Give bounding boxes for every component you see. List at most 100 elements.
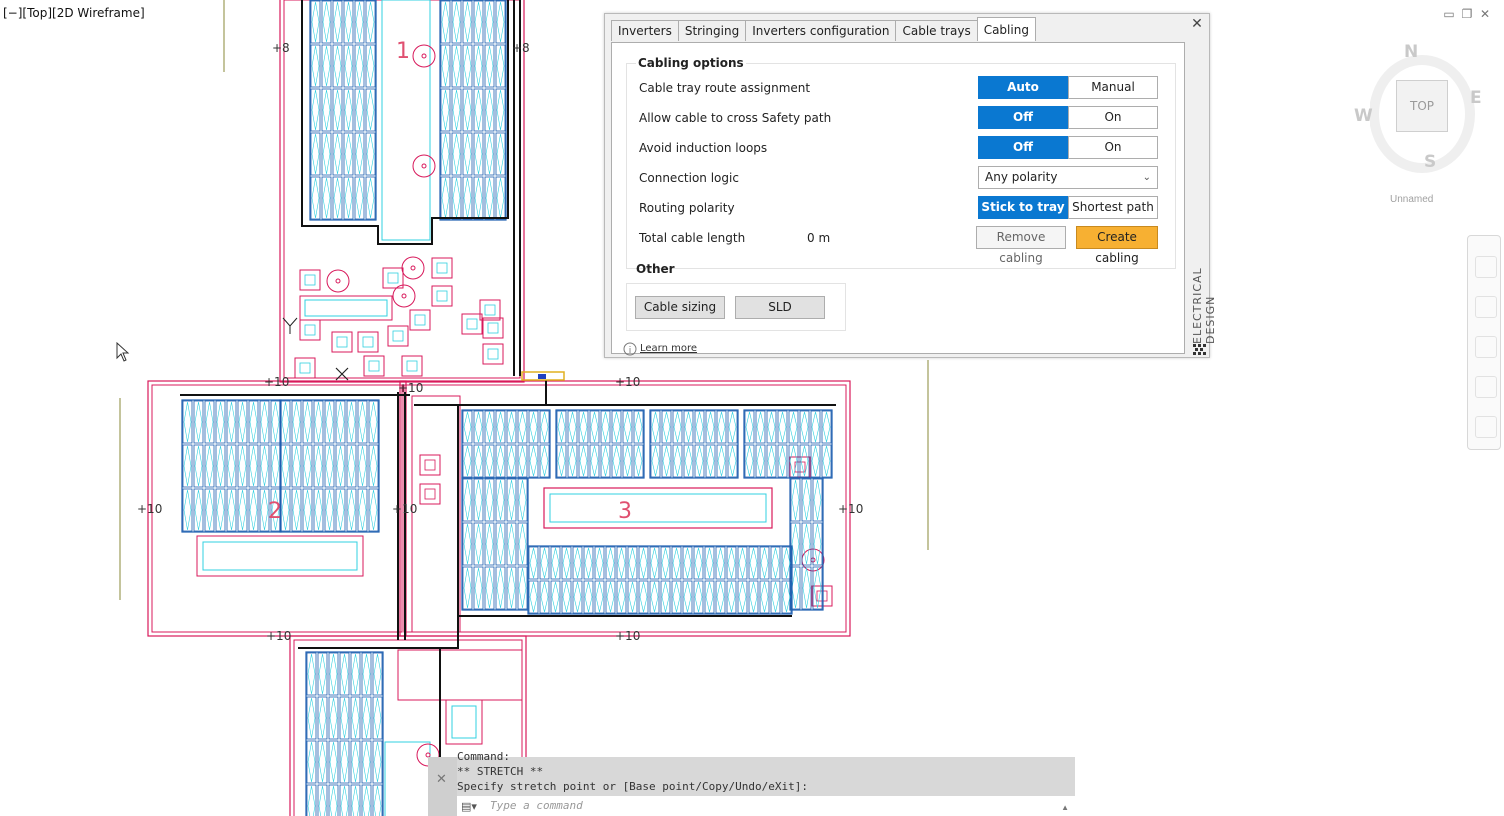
cross-safety-on-option[interactable]: On (1068, 106, 1158, 129)
showmotion-icon[interactable] (1475, 416, 1497, 438)
induction-off-option[interactable]: Off (978, 136, 1068, 159)
compass-east[interactable]: E (1470, 88, 1482, 108)
total-length-label: Total cable length (639, 231, 746, 245)
inverter-dot (335, 278, 341, 284)
panel-diamond (373, 653, 382, 695)
panel-cell (600, 410, 611, 444)
panel-cell (539, 410, 550, 444)
panel-block-3c-frame (649, 409, 739, 479)
learn-more-link[interactable]: Learn more (640, 343, 697, 354)
orbit-icon[interactable] (1475, 376, 1497, 398)
tab-inverters-configuration[interactable]: Inverters configuration (745, 20, 897, 41)
manual-option[interactable]: Manual (1068, 76, 1158, 99)
panel-block-2a (181, 399, 282, 533)
connection-logic-select[interactable]: Any polarity ⌄ (978, 166, 1158, 189)
panel-diamond (271, 401, 280, 443)
close-icon[interactable]: ✕ (436, 771, 447, 787)
command-prompt-icon[interactable]: ▤▾ (461, 800, 477, 813)
panel-block-3b-frame (555, 409, 645, 479)
panel-cell (215, 400, 226, 444)
command-line-handle[interactable]: ✕ (428, 757, 457, 816)
panel-cell (627, 580, 638, 614)
panel-cell (528, 410, 539, 444)
panel-cell (661, 444, 672, 478)
minimize-icon[interactable]: ▭ (1440, 7, 1458, 21)
panel-diamond (271, 445, 280, 487)
equipment-box-inner (406, 360, 418, 372)
panel-cell (737, 546, 748, 580)
panel-cell (462, 176, 473, 220)
cable-sizing-button[interactable]: Cable sizing (635, 296, 725, 319)
panel-diamond (351, 741, 360, 783)
panel-diamond (789, 445, 798, 477)
close-icon[interactable]: ✕ (1189, 16, 1205, 32)
panel-diamond (329, 697, 338, 739)
panel-cell (726, 580, 737, 614)
remove-cabling-button[interactable]: Remove cabling (976, 226, 1066, 265)
panel-cell (495, 566, 506, 610)
ucs-menu[interactable]: Unnamed (1390, 194, 1433, 205)
panel-diamond (249, 401, 258, 443)
panel-cell (484, 176, 495, 220)
close-viewport-icon[interactable]: ✕ (1476, 7, 1494, 21)
viewcube[interactable]: N E S W TOP Unnamed (1350, 36, 1482, 216)
create-cabling-button[interactable]: Create cabling (1076, 226, 1158, 265)
panel-diamond (683, 547, 692, 579)
panel-block-3g-frame (527, 545, 793, 615)
panel-cell (473, 132, 484, 176)
panel-diamond (358, 445, 367, 487)
compass-west[interactable]: W (1354, 106, 1373, 126)
panel-diamond (366, 1, 375, 43)
tab-inverters[interactable]: Inverters (611, 20, 679, 41)
panel-cell (567, 444, 578, 478)
panel-cell (335, 400, 346, 444)
zone-label: 2 (268, 499, 282, 524)
panel-diamond (749, 547, 758, 579)
panel-cell (280, 444, 291, 488)
panel-diamond (347, 445, 356, 487)
panel-cell (440, 176, 451, 220)
panel-diamond (344, 1, 353, 43)
zoom-icon[interactable] (1475, 336, 1497, 358)
grip-icon[interactable] (1191, 342, 1207, 356)
pan-icon[interactable] (1475, 296, 1497, 318)
panel-cell (361, 696, 372, 740)
auto-option[interactable]: Auto (978, 76, 1068, 99)
equipment-box (387, 325, 409, 347)
zone-label: 3 (618, 499, 632, 524)
equipment-box-inner (424, 488, 436, 500)
panel-cell (306, 652, 317, 696)
compass-north[interactable]: N (1404, 42, 1418, 62)
full-navigation-wheel-icon[interactable] (1475, 256, 1497, 278)
panel-diamond (623, 445, 632, 477)
panel-block-4a-frame (305, 651, 384, 816)
shortest-path-option[interactable]: Shortest path (1068, 196, 1158, 219)
chevron-up-icon[interactable]: ▲ (1061, 803, 1069, 812)
dialog-tabs: Inverters Stringing Inverters configurat… (611, 17, 1036, 42)
panel-diamond (260, 401, 269, 443)
panel-diamond (662, 411, 671, 443)
cross-safety-off-option[interactable]: Off (978, 106, 1068, 129)
panel-cell (473, 410, 484, 444)
sld-button[interactable]: SLD (735, 296, 825, 319)
stick-to-tray-option[interactable]: Stick to tray (978, 196, 1068, 219)
restore-icon[interactable]: ❐ (1458, 7, 1476, 21)
panel-cell (715, 580, 726, 614)
panel-diamond (307, 741, 316, 783)
compass-south[interactable]: S (1424, 152, 1436, 172)
panel-cell (354, 0, 365, 44)
panel-diamond (496, 479, 505, 521)
command-input[interactable]: Type a command (457, 796, 1075, 816)
tab-cable-trays[interactable]: Cable trays (895, 20, 978, 41)
panel-diamond (463, 479, 472, 521)
tab-stringing[interactable]: Stringing (677, 20, 747, 41)
equipment-box-inner (392, 330, 404, 342)
panel-diamond (595, 547, 604, 579)
tab-cabling[interactable]: Cabling (976, 17, 1036, 41)
panel-diamond (684, 445, 693, 477)
cube-top-face[interactable]: TOP (1396, 80, 1448, 132)
induction-on-option[interactable]: On (1068, 136, 1158, 159)
panel-cell (350, 740, 361, 784)
marker-blue (538, 374, 546, 379)
panel-diamond (496, 133, 505, 175)
